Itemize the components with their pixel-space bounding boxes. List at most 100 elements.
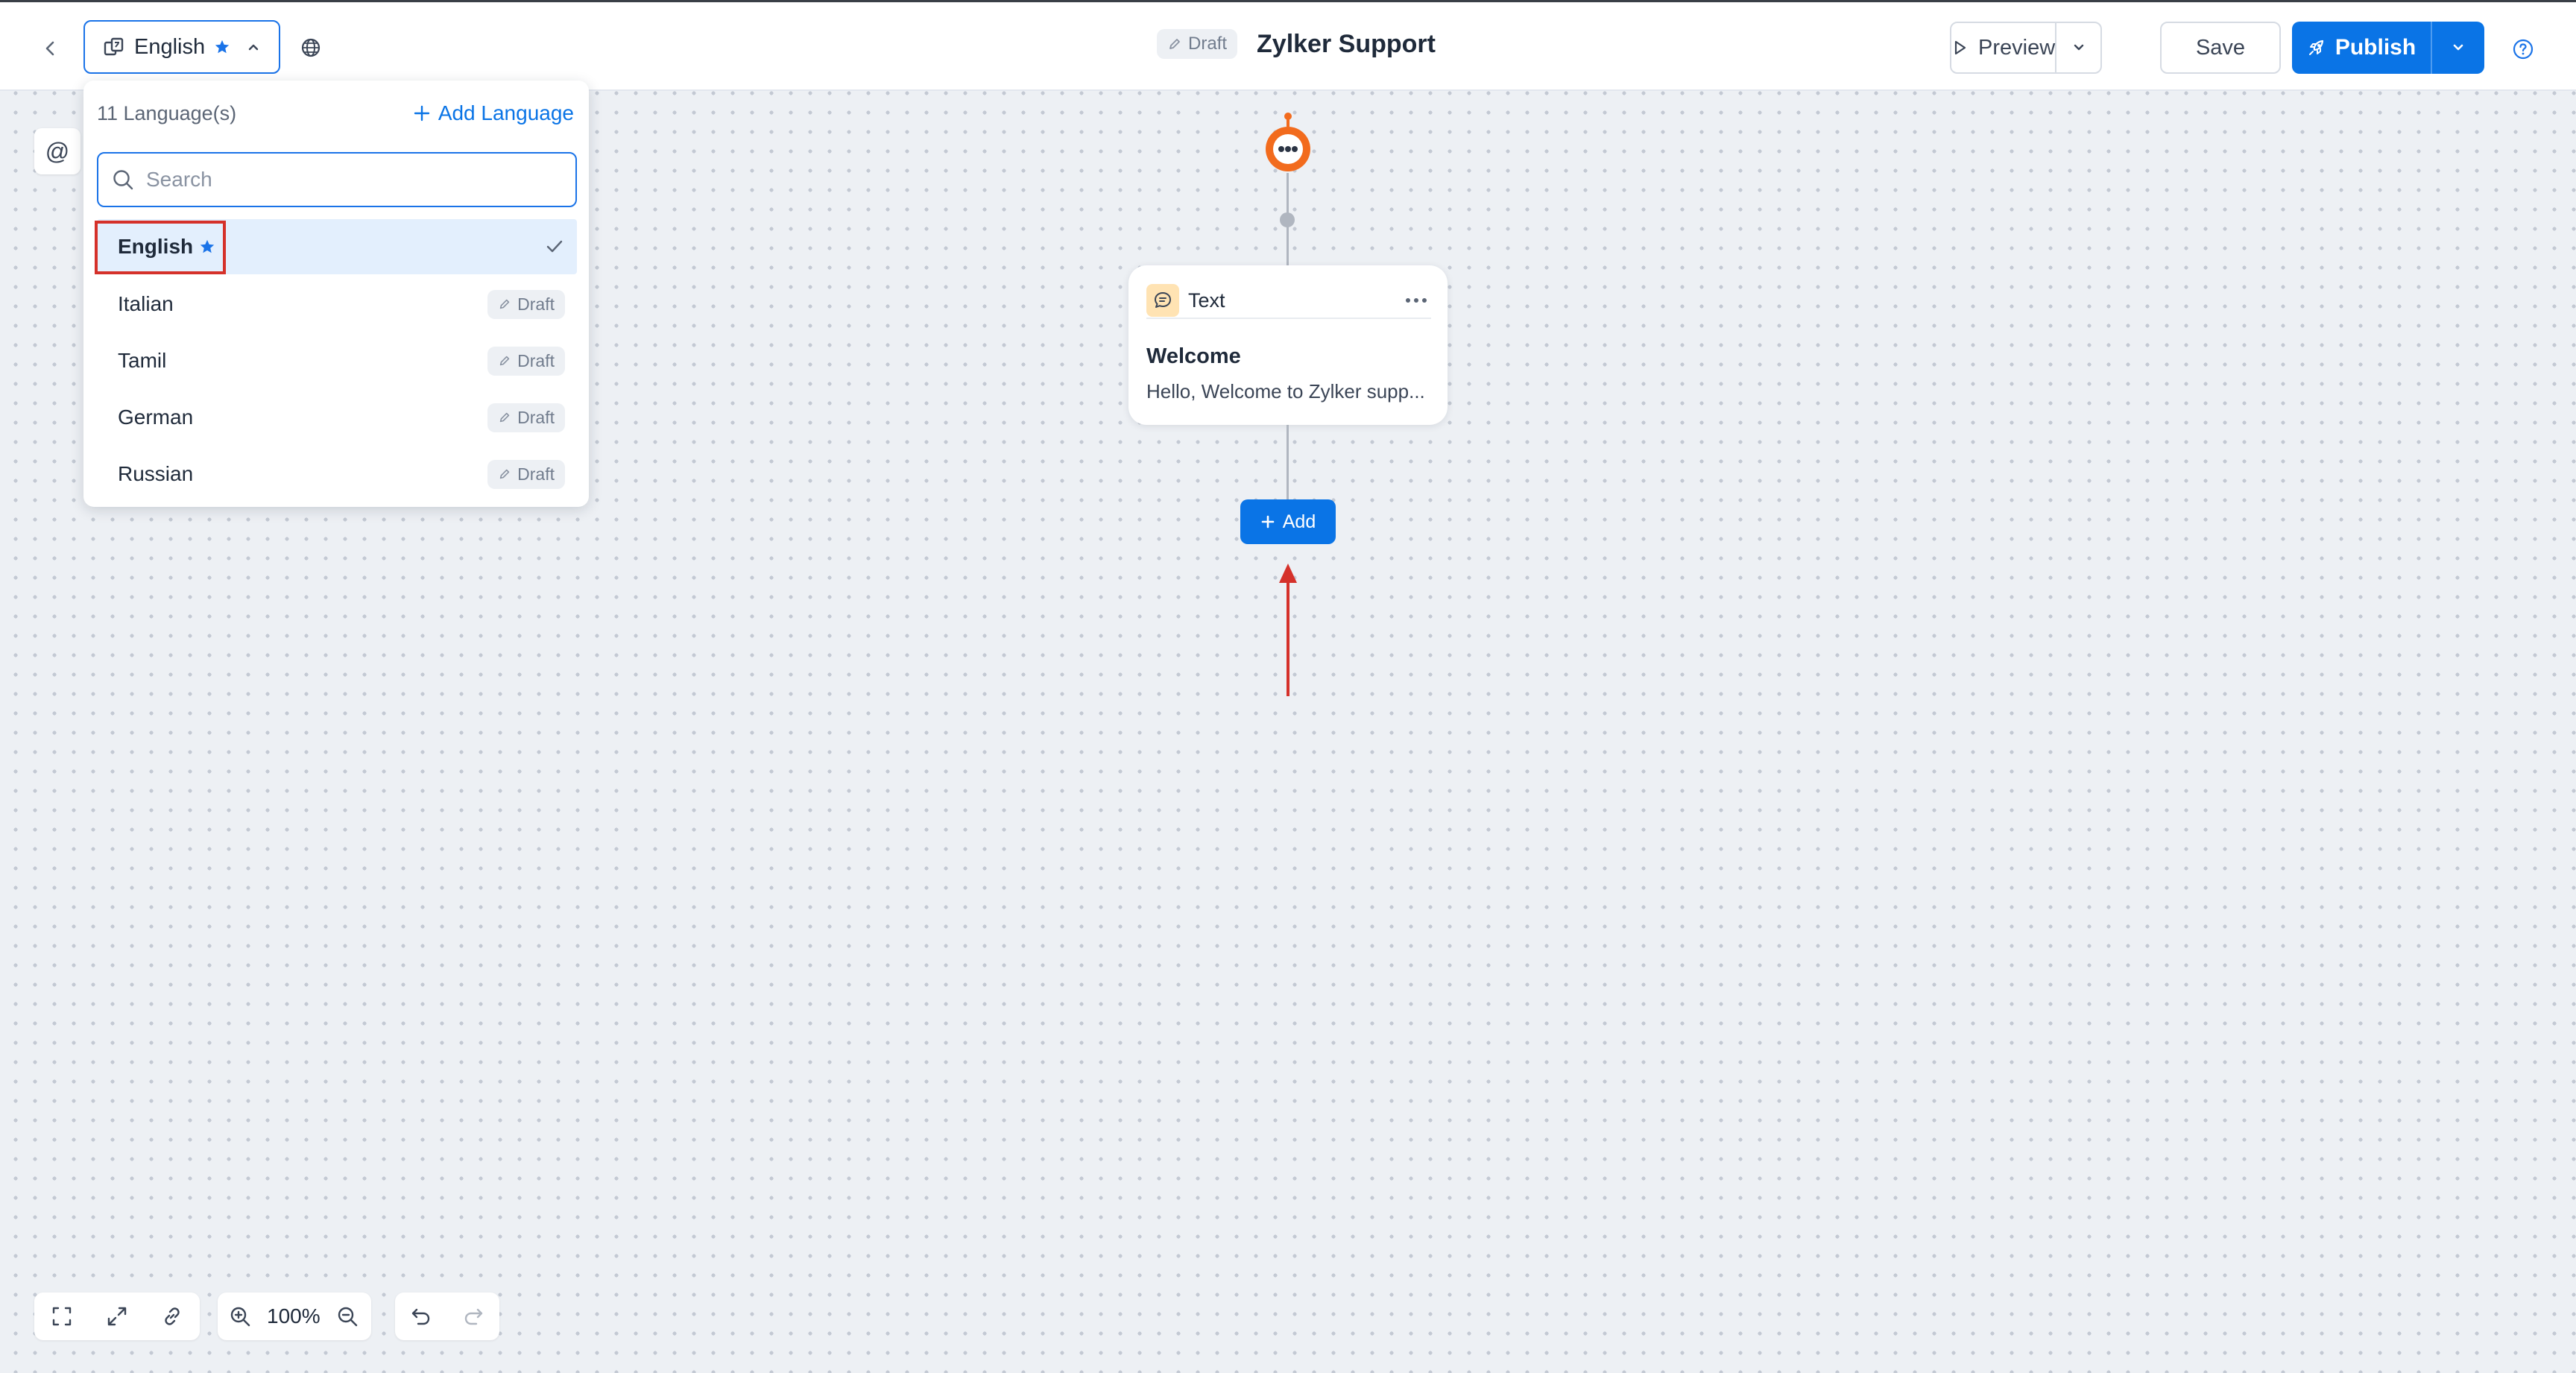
- add-language-label: Add Language: [438, 101, 574, 124]
- more-dot-icon: [1406, 298, 1410, 303]
- language-name: English: [118, 235, 194, 258]
- plus-icon: [414, 105, 430, 121]
- pencil-icon: [1169, 39, 1180, 49]
- language-dropdown-panel: 11 Language(s) Add Language English Ital…: [83, 81, 589, 507]
- history-toolbar: [395, 1292, 499, 1340]
- card-title: Welcome: [1146, 344, 1241, 368]
- redo-icon: [464, 1308, 483, 1325]
- language-item-russian[interactable]: Russian Draft: [97, 446, 577, 502]
- save-button[interactable]: Save: [2160, 22, 2281, 74]
- add-node-label: Add: [1282, 511, 1316, 532]
- view-toolbar: [34, 1292, 200, 1340]
- language-list: English Italian Draft Tamil Draft German: [97, 219, 577, 502]
- star-icon: [200, 239, 215, 253]
- language-name: Russian: [118, 462, 194, 485]
- back-button[interactable]: [34, 32, 67, 65]
- chevron-down-icon: [2453, 44, 2463, 51]
- status-badge: Draft: [1157, 29, 1238, 59]
- add-node-button[interactable]: Add: [1240, 499, 1336, 544]
- globe-button[interactable]: [294, 31, 328, 65]
- language-item-tamil[interactable]: Tamil Draft: [97, 332, 577, 389]
- language-search-box: [97, 152, 577, 207]
- help-button[interactable]: [2506, 32, 2540, 66]
- language-count: 11 Language(s): [97, 101, 237, 124]
- publish-label: Publish: [2334, 35, 2416, 60]
- language-name: Tamil: [118, 349, 167, 372]
- title-area: Draft Zylker Support: [1157, 29, 1436, 59]
- annotation-arrow: [1279, 564, 1297, 696]
- draft-label: Draft: [517, 350, 555, 370]
- publish-button-group: Publish: [2292, 22, 2484, 74]
- language-name: Italian: [118, 292, 174, 315]
- more-dot-icon: [1414, 298, 1418, 303]
- card-preview-text: Hello, Welcome to Zylker supp...: [1146, 380, 1425, 403]
- mention-button[interactable]: @: [34, 128, 80, 174]
- undo-button[interactable]: [395, 1292, 447, 1340]
- draft-badge: Draft: [487, 403, 565, 432]
- bot-start-icon[interactable]: [1263, 110, 1313, 173]
- current-language-label: English: [134, 34, 206, 59]
- draft-label: Draft: [517, 407, 555, 427]
- pencil-icon: [499, 412, 510, 423]
- zoom-in-icon: [230, 1307, 250, 1327]
- draft-badge: Draft: [487, 289, 565, 319]
- link-button[interactable]: [145, 1292, 200, 1340]
- connector-dot[interactable]: [1280, 212, 1295, 227]
- zoom-out-icon: [338, 1307, 357, 1327]
- card-header: Text: [1146, 283, 1431, 319]
- add-language-button[interactable]: Add Language: [413, 101, 574, 125]
- zoom-out-button[interactable]: [325, 1292, 370, 1340]
- redo-button[interactable]: [447, 1292, 499, 1340]
- expand-button[interactable]: [89, 1292, 145, 1340]
- connector-line: [1287, 173, 1289, 213]
- more-dot-icon: [1422, 298, 1427, 303]
- status-badge-label: Draft: [1188, 34, 1228, 54]
- pencil-icon: [499, 356, 510, 366]
- checkmark-icon: [546, 240, 563, 253]
- star-icon: [215, 40, 230, 54]
- language-item-english[interactable]: English: [97, 219, 577, 274]
- rocket-icon: [2308, 40, 2323, 55]
- chevron-left-icon: [45, 41, 54, 56]
- language-search-input[interactable]: [146, 168, 549, 192]
- zoom-level: 100%: [267, 1304, 321, 1328]
- search-icon: [113, 170, 133, 190]
- language-item-german[interactable]: German Draft: [97, 389, 577, 446]
- card-type: Text: [1146, 284, 1225, 317]
- fit-to-screen-button[interactable]: [34, 1292, 89, 1340]
- draft-label: Draft: [517, 464, 555, 484]
- connector-line: [1287, 425, 1289, 499]
- pencil-icon: [499, 469, 510, 479]
- undo-icon: [411, 1308, 430, 1325]
- top-bar: English Draft Zylker Support Preview Sav…: [0, 0, 2576, 91]
- preview-button-group: Preview: [1950, 22, 2102, 74]
- card-type-label: Text: [1188, 288, 1225, 312]
- zoom-in-button[interactable]: [218, 1292, 262, 1340]
- pencil-icon: [499, 299, 510, 309]
- panel-header: 11 Language(s) Add Language: [97, 101, 574, 125]
- translate-icon: [104, 37, 124, 56]
- language-selector-button[interactable]: English: [83, 20, 280, 74]
- preview-dropdown-button[interactable]: [2056, 23, 2100, 72]
- at-sign-icon: @: [45, 137, 70, 165]
- publish-dropdown-button[interactable]: [2432, 22, 2484, 74]
- card-more-menu[interactable]: [1401, 294, 1431, 307]
- draft-badge: Draft: [487, 459, 565, 489]
- preview-button[interactable]: Preview: [1951, 23, 2057, 72]
- preview-label: Preview: [1978, 35, 2056, 60]
- plus-icon: [1261, 515, 1275, 528]
- chevron-down-icon: [2074, 44, 2083, 51]
- draft-badge: Draft: [487, 346, 565, 376]
- globe-icon: [301, 38, 321, 57]
- play-icon: [1954, 40, 1966, 55]
- draft-label: Draft: [517, 294, 555, 314]
- publish-button[interactable]: Publish: [2292, 22, 2432, 74]
- page-title: Zylker Support: [1257, 29, 1436, 58]
- connector-line: [1287, 227, 1289, 267]
- language-item-italian[interactable]: Italian Draft: [97, 276, 577, 332]
- zoom-toolbar: 100%: [218, 1292, 371, 1340]
- text-message-card[interactable]: Text Welcome Hello, Welcome to Zylker su…: [1128, 265, 1448, 425]
- fit-screen-icon: [52, 1307, 72, 1326]
- language-item-name: English: [118, 235, 215, 259]
- help-icon: [2513, 39, 2534, 60]
